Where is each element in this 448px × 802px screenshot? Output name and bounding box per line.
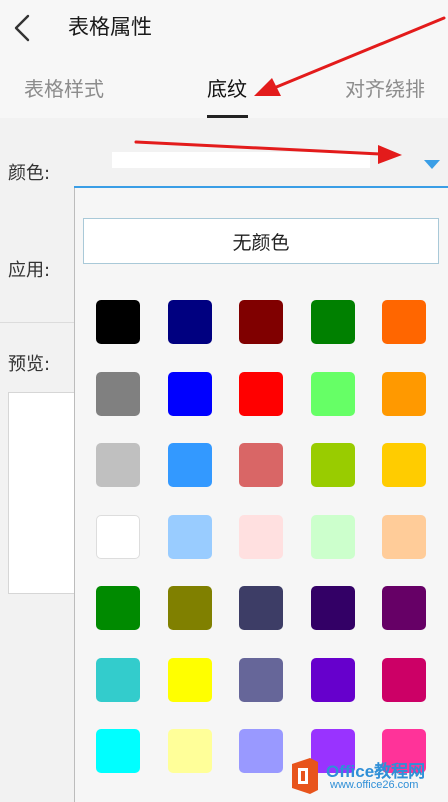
- preview-box: [8, 392, 74, 594]
- color-swatch-22[interactable]: [167, 586, 212, 630]
- color-swatch-15[interactable]: [382, 443, 426, 487]
- color-swatch-2[interactable]: [167, 300, 212, 344]
- color-swatch-17[interactable]: [167, 514, 212, 559]
- header: 表格属性 表格样式 底纹 对齐绕排: [0, 0, 448, 118]
- color-swatch-19[interactable]: [310, 514, 355, 559]
- color-swatch-24[interactable]: [310, 586, 355, 630]
- color-dropdown[interactable]: [74, 130, 448, 188]
- color-value-display: [112, 152, 370, 168]
- color-label: 颜色:: [8, 163, 51, 184]
- preview-label: 预览:: [8, 354, 51, 375]
- color-swatch-25[interactable]: [382, 586, 426, 630]
- color-swatch-5[interactable]: [382, 300, 426, 344]
- page-title: 表格属性: [68, 15, 152, 39]
- color-swatch-10[interactable]: [382, 371, 426, 416]
- office-logo-icon: [292, 758, 318, 794]
- color-swatch-12[interactable]: [167, 443, 212, 487]
- color-swatch-8[interactable]: [239, 371, 283, 416]
- color-swatch-grid: [96, 300, 426, 773]
- tab-table-style[interactable]: 表格样式: [24, 74, 104, 104]
- color-swatch-11[interactable]: [96, 443, 140, 487]
- color-swatch-32[interactable]: [167, 729, 212, 773]
- color-swatch-21[interactable]: [96, 586, 140, 630]
- color-swatch-27[interactable]: [167, 657, 212, 702]
- watermark: Office教程网 www.office26.com: [280, 752, 448, 802]
- color-swatch-3[interactable]: [239, 300, 283, 344]
- section-divider: [0, 322, 74, 323]
- watermark-url: www.office26.com: [330, 779, 419, 791]
- color-swatch-16[interactable]: [96, 514, 140, 559]
- color-swatch-23[interactable]: [239, 586, 283, 630]
- color-swatch-20[interactable]: [382, 514, 426, 559]
- color-picker-popup: 无颜色: [74, 188, 448, 802]
- color-swatch-1[interactable]: [96, 300, 140, 344]
- color-swatch-6[interactable]: [96, 371, 140, 416]
- apply-label: 应用:: [8, 260, 51, 281]
- color-swatch-14[interactable]: [310, 443, 355, 487]
- no-color-button[interactable]: 无颜色: [83, 218, 439, 264]
- color-swatch-7[interactable]: [167, 371, 212, 416]
- tab-alignment-wrap[interactable]: 对齐绕排: [345, 74, 425, 104]
- back-arrow-icon[interactable]: [8, 10, 38, 46]
- color-swatch-26[interactable]: [96, 657, 140, 702]
- color-swatch-13[interactable]: [239, 443, 283, 487]
- color-swatch-30[interactable]: [382, 657, 426, 702]
- tab-shading[interactable]: 底纹: [207, 74, 247, 104]
- color-swatch-33[interactable]: [239, 729, 283, 773]
- color-swatch-29[interactable]: [310, 657, 355, 702]
- dropdown-triangle-icon[interactable]: [424, 158, 440, 170]
- active-tab-indicator: [207, 115, 248, 118]
- color-swatch-28[interactable]: [239, 657, 283, 702]
- color-swatch-31[interactable]: [96, 729, 140, 773]
- color-swatch-4[interactable]: [310, 300, 355, 344]
- color-swatch-18[interactable]: [239, 514, 283, 559]
- color-swatch-9[interactable]: [310, 371, 355, 416]
